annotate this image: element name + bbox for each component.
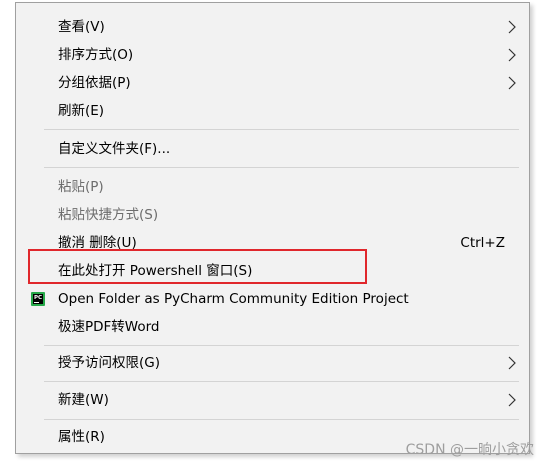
menu-separator	[44, 345, 519, 346]
menu-item-customize-folder[interactable]: 自定义文件夹(F)...	[16, 135, 529, 163]
menu-item-label: 授予访问权限(G)	[58, 355, 160, 371]
menu-item-refresh[interactable]: 刷新(E)	[16, 97, 529, 125]
menu-item-new[interactable]: 新建(W)	[16, 386, 529, 414]
annotation-highlight-box	[28, 249, 367, 284]
menu-item-give-access[interactable]: 授予访问权限(G)	[16, 349, 529, 377]
menu-separator	[44, 419, 519, 420]
menu-item-open-pycharm[interactable]: PC Open Folder as PyCharm Community Edit…	[16, 285, 529, 313]
menu-item-label: 刷新(E)	[58, 103, 105, 119]
menu-item-label: 粘贴快捷方式(S)	[58, 207, 159, 223]
menu-item-shortcut: Ctrl+Z	[460, 235, 505, 251]
menu-item-label: 属性(R)	[58, 429, 105, 445]
menu-item-group-by[interactable]: 分组依据(P)	[16, 69, 529, 97]
menu-item-sort-by[interactable]: 排序方式(O)	[16, 41, 529, 69]
menu-item-view[interactable]: 查看(V)	[16, 13, 529, 41]
menu-item-label: 自定义文件夹(F)...	[58, 141, 171, 157]
menu-item-label: 查看(V)	[58, 19, 105, 35]
menu-item-pdf-to-word[interactable]: 极速PDF转Word	[16, 313, 529, 341]
menu-item-paste-shortcut: 粘贴快捷方式(S)	[16, 201, 529, 229]
context-menu: 查看(V) 排序方式(O) 分组依据(P) 刷新(E) 自定义文件夹(F)...…	[15, 2, 530, 454]
watermark: CSDN @一晌小贪欢	[405, 442, 534, 458]
pycharm-icon: PC	[31, 292, 45, 306]
pycharm-icon-text: PC	[34, 295, 43, 301]
chevron-right-icon	[508, 393, 516, 407]
chevron-right-icon	[508, 20, 516, 34]
menu-item-label: 排序方式(O)	[58, 47, 134, 63]
menu-item-label: 分组依据(P)	[58, 75, 131, 91]
chevron-right-icon	[508, 76, 516, 90]
menu-item-label: 极速PDF转Word	[58, 319, 160, 335]
menu-separator	[44, 381, 519, 382]
chevron-right-icon	[508, 48, 516, 62]
menu-item-paste: 粘贴(P)	[16, 173, 529, 201]
menu-item-label: 粘贴(P)	[58, 179, 104, 195]
menu-item-label: Open Folder as PyCharm Community Edition…	[58, 291, 409, 307]
chevron-right-icon	[508, 356, 516, 370]
menu-separator	[44, 129, 519, 130]
menu-separator	[44, 167, 519, 168]
menu-item-label: 新建(W)	[58, 392, 109, 408]
